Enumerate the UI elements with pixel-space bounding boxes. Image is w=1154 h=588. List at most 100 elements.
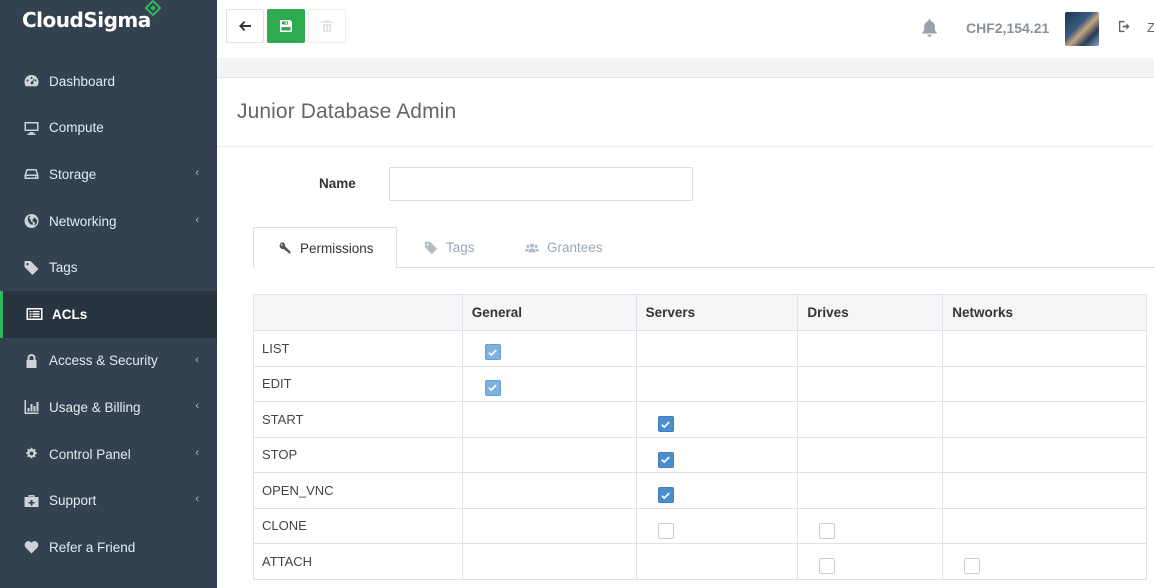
column-header-drives: Drives <box>797 294 944 331</box>
key-icon <box>279 242 291 254</box>
sidebar-item-label: Compute <box>49 120 104 136</box>
lock-icon <box>22 353 40 369</box>
tab-permissions[interactable]: Permissions <box>253 227 397 269</box>
sidebar-item-usage-billing[interactable]: Usage & Billing ‹ <box>0 384 217 431</box>
table-row: START <box>253 401 1147 438</box>
sidebar-item-label: Control Panel <box>49 446 131 462</box>
permission-name: OPEN_VNC <box>253 472 463 509</box>
permission-name: EDIT <box>253 365 463 402</box>
tab-tags[interactable]: Tags <box>424 227 475 268</box>
checkbox-drives-clone[interactable] <box>819 522 836 539</box>
tab-bar: Permissions Tags Grantees <box>253 227 1154 269</box>
cell-general <box>461 330 637 367</box>
cell-general <box>461 436 637 473</box>
checkbox-drives-attach[interactable] <box>819 558 836 574</box>
sidebar-item-access-security[interactable]: Access & Security ‹ <box>0 338 217 385</box>
cell-general <box>461 472 637 509</box>
list-alt-icon <box>25 306 43 322</box>
arrow-left-icon <box>239 21 251 31</box>
cell-servers <box>635 472 799 509</box>
cell-drives <box>797 365 944 402</box>
checkbox-networks-attach[interactable] <box>964 558 981 574</box>
column-header-networks: Networks <box>942 294 1147 331</box>
table-row: CLONE <box>253 507 1147 544</box>
cell-drives <box>797 330 944 367</box>
cell-servers <box>635 330 799 367</box>
checkbox-general-edit[interactable] <box>484 379 501 396</box>
page-title: Junior Database Admin <box>237 100 457 123</box>
checkbox-servers-start[interactable] <box>657 416 674 432</box>
sidebar-item-storage[interactable]: Storage ‹ <box>0 151 217 198</box>
tags-icon <box>22 260 40 276</box>
save-button[interactable] <box>267 9 305 43</box>
back-button[interactable] <box>226 9 264 43</box>
brand-name: CloudSigma <box>22 8 151 32</box>
cell-general <box>461 401 637 438</box>
trash-icon <box>321 20 333 32</box>
medkit-icon <box>22 493 40 509</box>
delete-button[interactable] <box>308 9 346 43</box>
cogs-icon <box>22 446 40 462</box>
cell-servers <box>635 401 799 438</box>
name-label: Name <box>319 176 356 191</box>
permission-name: START <box>253 401 463 438</box>
sidebar-item-label: Dashboard <box>49 73 116 89</box>
cell-general <box>461 365 637 402</box>
cell-servers <box>635 365 799 402</box>
sidebar-item-label: Support <box>49 493 97 509</box>
table-row: ATTACH <box>253 543 1147 580</box>
globe-icon <box>22 213 40 229</box>
brand-logo[interactable]: CloudSigma <box>0 0 217 58</box>
user-name[interactable]: Z <box>1147 20 1154 35</box>
cell-drives <box>797 543 944 580</box>
checkbox-general-list[interactable] <box>484 344 501 360</box>
sidebar-item-label: ACLs <box>52 306 88 322</box>
sidebar-item-acls[interactable]: ACLs <box>0 290 217 338</box>
notifications-button[interactable] <box>920 18 939 40</box>
sidebar-item-label: Tags <box>49 260 78 276</box>
permissions-table-body: LIST EDIT START STOP OPEN_VNC CLONE ATTACH <box>253 330 1147 580</box>
sidebar-item-label: Usage & Billing <box>49 399 141 415</box>
cell-servers <box>635 543 799 580</box>
cell-general <box>461 543 637 580</box>
sidebar-item-support[interactable]: Support ‹ <box>0 477 217 524</box>
chevron-left-icon: ‹ <box>195 213 199 226</box>
cell-drives <box>797 401 944 438</box>
hdd-icon <box>22 166 40 182</box>
top-bar: CHF2,154.21 Z <box>217 0 1154 58</box>
column-header <box>253 294 463 331</box>
column-header-general: General <box>461 294 637 331</box>
tags-icon <box>424 241 438 254</box>
avatar[interactable] <box>1065 12 1099 46</box>
name-field[interactable] <box>389 167 693 201</box>
cell-networks <box>942 436 1147 473</box>
main-content: Junior Database Admin Name Permissions T… <box>217 78 1154 588</box>
sidebar-item-label: Access & Security <box>49 353 158 369</box>
sidebar-item-refer-friend[interactable]: Refer a Friend <box>0 524 217 571</box>
floppy-icon <box>280 20 292 32</box>
table-row: OPEN_VNC <box>253 472 1147 509</box>
checkbox-servers-open_vnc[interactable] <box>657 487 674 503</box>
sidebar-item-label: Refer a Friend <box>49 539 136 555</box>
sidebar-item-networking[interactable]: Networking ‹ <box>0 198 217 245</box>
sidebar-item-dashboard[interactable]: Dashboard <box>0 58 217 105</box>
chevron-left-icon: ‹ <box>195 353 199 366</box>
checkbox-servers-clone[interactable] <box>657 522 674 539</box>
sidebar-item-tags[interactable]: Tags <box>0 244 217 291</box>
bar-chart-icon <box>22 399 40 415</box>
table-row: LIST <box>253 330 1147 367</box>
sidebar-nav: Dashboard Compute Storage ‹ Networking ‹… <box>0 58 217 571</box>
bell-icon <box>922 19 937 37</box>
cell-general <box>461 507 637 544</box>
sidebar-item-compute[interactable]: Compute <box>0 105 217 152</box>
permission-name: STOP <box>253 436 463 473</box>
permission-name: LIST <box>253 330 463 367</box>
chevron-left-icon: ‹ <box>195 400 199 413</box>
sidebar-item-control-panel[interactable]: Control Panel ‹ <box>0 431 217 478</box>
tab-grantees[interactable]: Grantees <box>525 227 603 268</box>
checkbox-servers-stop[interactable] <box>657 451 674 468</box>
sidebar: CloudSigma Dashboard Compute Storage ‹ N… <box>0 0 217 588</box>
account-balance[interactable]: CHF2,154.21 <box>966 20 1049 36</box>
logout-button[interactable] <box>1118 20 1131 36</box>
cell-networks <box>942 401 1147 438</box>
